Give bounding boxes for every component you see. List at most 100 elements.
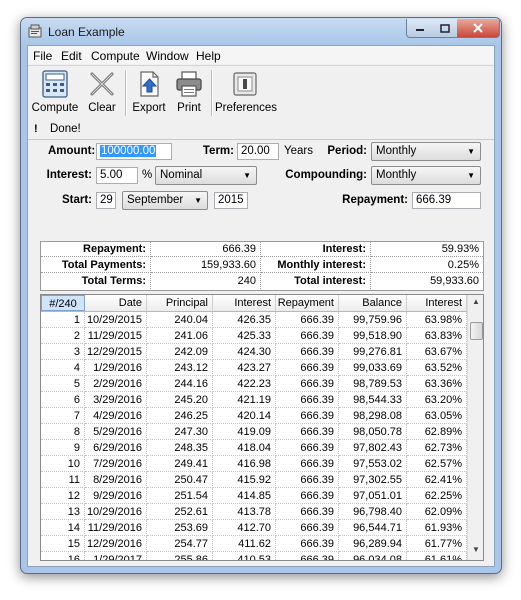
start-year-input[interactable]: 2015 (214, 192, 248, 209)
schedule-table[interactable]: #/240 Date Principal Interest Repayment Balan… (40, 294, 484, 561)
table-row[interactable]: 1 10/29/2015 240.04 426.35 666.39 99,759.96 63… (41, 312, 467, 328)
table-cell: 62.57% (407, 456, 467, 472)
app-window: Loan Example File Edit Compute Window He… (20, 17, 502, 574)
compute-button[interactable]: Compute (31, 69, 79, 119)
table-cell: 666.39 (276, 360, 339, 376)
table-row[interactable]: 13 10/29/2016 252.61 413.78 666.39 96,798.40 6… (41, 504, 467, 520)
table-cell: 1 (41, 312, 85, 328)
menu-file[interactable]: File (33, 49, 52, 63)
table-cell: 666.39 (276, 536, 339, 552)
menu-compute[interactable]: Compute (91, 49, 140, 63)
toolbar-separator (211, 70, 213, 116)
table-row[interactable]: 7 4/29/2016 246.25 420.14 666.39 98,298.08 63.… (41, 408, 467, 424)
repayment-input[interactable]: 666.39 (412, 192, 481, 209)
table-cell: 96,289.94 (339, 536, 407, 552)
close-icon (473, 23, 483, 33)
table-cell: 6 (41, 392, 85, 408)
compute-label: Compute (31, 102, 79, 114)
table-cell: 666.39 (276, 328, 339, 344)
export-icon (140, 71, 159, 97)
table-cell: 255.86 (147, 552, 213, 560)
close-button[interactable] (457, 19, 500, 38)
table-cell: 246.25 (147, 408, 213, 424)
table-row[interactable]: 16 1/29/2017 255.86 410.53 666.39 96,034.08 61… (41, 552, 467, 560)
column-header-index[interactable]: #/240 (41, 295, 85, 311)
table-cell: 12 (41, 488, 85, 504)
table-row[interactable]: 6 3/29/2016 245.20 421.19 666.39 98,544.33 63.… (41, 392, 467, 408)
app-icon (28, 24, 42, 38)
table-cell: 410.53 (213, 552, 276, 560)
table-cell: 97,302.55 (339, 472, 407, 488)
term-input[interactable]: 20.00 (237, 143, 279, 160)
table-cell: 666.39 (276, 424, 339, 440)
table-cell: 63.36% (407, 376, 467, 392)
table-cell: 254.77 (147, 536, 213, 552)
summary-label: Total Terms: (41, 274, 151, 289)
table-cell: 416.98 (213, 456, 276, 472)
export-button[interactable]: Export (129, 69, 169, 119)
column-header-balance[interactable]: Balance (339, 295, 407, 311)
table-row[interactable]: 9 6/29/2016 248.35 418.04 666.39 97,802.43 62.… (41, 440, 467, 456)
summary-row: Total Terms: 240 Total interest: 59,933.… (41, 274, 483, 290)
table-cell: 419.09 (213, 424, 276, 440)
scroll-thumb[interactable] (470, 322, 483, 340)
print-button[interactable]: Print (171, 69, 207, 119)
preferences-button[interactable]: Preferences (215, 69, 277, 119)
maximize-button[interactable] (432, 19, 458, 38)
start-month-select[interactable]: September ▼ (122, 191, 208, 210)
summary-row: Repayment: 666.39 Interest: 59.93% (41, 242, 483, 258)
scroll-down-icon[interactable]: ▼ (468, 545, 483, 559)
minimize-button[interactable] (406, 19, 434, 38)
table-cell: 62.09% (407, 504, 467, 520)
table-row[interactable]: 4 1/29/2016 243.12 423.27 666.39 99,033.69 63.… (41, 360, 467, 376)
clear-button[interactable]: Clear (83, 69, 121, 119)
table-row[interactable]: 12 9/29/2016 251.54 414.85 666.39 97,051.01 62… (41, 488, 467, 504)
table-cell: 666.39 (276, 472, 339, 488)
column-header-principal[interactable]: Principal (147, 295, 213, 311)
table-cell: 96,798.40 (339, 504, 407, 520)
table-row[interactable]: 5 2/29/2016 244.16 422.23 666.39 98,789.53 63.… (41, 376, 467, 392)
table-cell: 666.39 (276, 504, 339, 520)
client-area: File Edit Compute Window Help Compute Cl… (27, 45, 495, 567)
table-row[interactable]: 8 5/29/2016 247.30 419.09 666.39 98,050.78 62.… (41, 424, 467, 440)
title-bar[interactable]: Loan Example (21, 18, 501, 45)
amount-input[interactable]: 100000.00 (96, 143, 172, 160)
column-header-repayment[interactable]: Repayment (276, 295, 339, 311)
table-row[interactable]: 15 12/29/2016 254.77 411.62 666.39 96,289.94 6… (41, 536, 467, 552)
compute-icon (42, 70, 68, 98)
table-cell: 251.54 (147, 488, 213, 504)
period-select[interactable]: Monthly ▼ (371, 142, 481, 161)
table-cell: 7 (41, 408, 85, 424)
table-row[interactable]: 2 11/29/2015 241.06 425.33 666.39 99,518.90 63… (41, 328, 467, 344)
column-header-interest[interactable]: Interest (213, 295, 276, 311)
vertical-scrollbar[interactable]: ▲ ▼ (467, 295, 483, 560)
compounding-select[interactable]: Monthly ▼ (371, 166, 481, 185)
column-header-date[interactable]: Date (85, 295, 147, 311)
table-cell: 666.39 (276, 408, 339, 424)
menu-help[interactable]: Help (196, 49, 221, 63)
table-cell: 244.16 (147, 376, 213, 392)
table-cell: 252.61 (147, 504, 213, 520)
interest-type-select[interactable]: Nominal ▼ (155, 166, 257, 185)
table-cell: 61.93% (407, 520, 467, 536)
menu-window[interactable]: Window (146, 49, 189, 63)
compounding-value: Monthly (376, 169, 417, 181)
table-cell: 97,553.02 (339, 456, 407, 472)
table-row[interactable]: 3 12/29/2015 242.09 424.30 666.39 99,276.81 63… (41, 344, 467, 360)
table-row[interactable]: 14 11/29/2016 253.69 412.70 666.39 96,544.71 6… (41, 520, 467, 536)
table-cell: 666.39 (276, 520, 339, 536)
table-cell: 62.25% (407, 488, 467, 504)
start-day-input[interactable]: 29 (96, 192, 116, 209)
table-cell: 10 (41, 456, 85, 472)
interest-input[interactable]: 5.00 (96, 167, 138, 184)
table-row[interactable]: 11 8/29/2016 250.47 415.92 666.39 97,302.55 62… (41, 472, 467, 488)
menu-edit[interactable]: Edit (61, 49, 82, 63)
column-header-interest-pct[interactable]: Interest (407, 295, 467, 311)
status-text: Done! (50, 123, 81, 135)
table-cell: 414.85 (213, 488, 276, 504)
scroll-up-icon[interactable]: ▲ (468, 297, 483, 311)
table-cell: 8/29/2016 (85, 472, 147, 488)
chevron-down-icon: ▼ (194, 196, 202, 205)
table-row[interactable]: 10 7/29/2016 249.41 416.98 666.39 97,553.02 62… (41, 456, 467, 472)
interest-unit: % (142, 169, 153, 181)
